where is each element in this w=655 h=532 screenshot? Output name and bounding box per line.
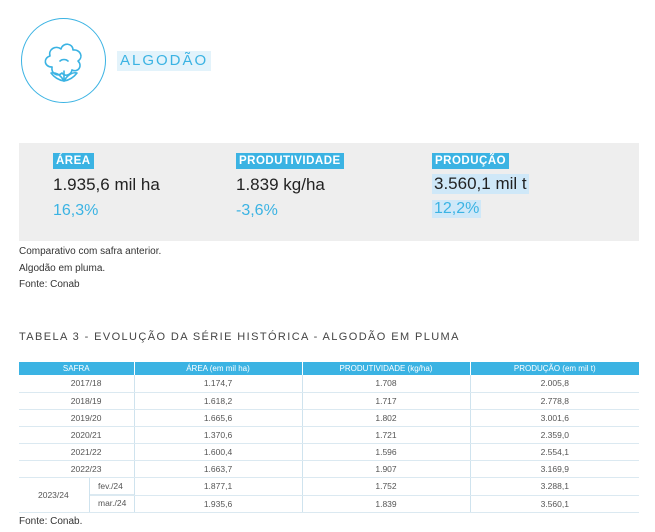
metric-change: -3,6% — [236, 202, 278, 219]
cell-estimate-label: mar./24 — [98, 497, 127, 508]
cell-productivity: 1.721 — [302, 426, 471, 444]
cell-production: 2.778,8 — [470, 392, 639, 410]
summary-panel: ÁREA 1.935,6 mil ha 16,3% PRODUTIVIDADE … — [19, 143, 639, 241]
metric-value: 1.839 kg/ha — [236, 175, 325, 194]
cell-production: 3.169,9 — [470, 460, 639, 478]
cell-safra: 2018/19 — [19, 392, 135, 410]
cell-area: 1.600,4 — [134, 443, 303, 461]
table-row: 2018/19 1.618,2 1.717 2.778,8 — [19, 392, 639, 410]
note-type: Algodão em pluma. — [19, 262, 106, 274]
metric-change: 16,3% — [53, 202, 99, 219]
cell-area: 1.665,6 — [134, 409, 303, 427]
cell-productivity: 1.839 — [302, 495, 471, 513]
note-comparison: Comparativo com safra anterior. — [19, 246, 162, 257]
cell-safra-current: 2023/24 fev./24 mar./24 — [19, 477, 135, 512]
crop-logo — [21, 18, 106, 103]
cell-safra: 2017/18 — [19, 375, 135, 393]
cell-productivity: 1.596 — [302, 443, 471, 461]
table-row: 2020/21 1.370,6 1.721 2.359,0 — [19, 426, 639, 444]
table-row: 2022/23 1.663,7 1.907 3.169,9 — [19, 460, 639, 478]
historical-series-table: SAFRA ÁREA (em mil ha) PRODUTIVIDADE (kg… — [19, 362, 639, 513]
metric-productivity: PRODUTIVIDADE 1.839 kg/ha -3,6% — [236, 151, 344, 220]
summary-notes: Comparativo com safra anterior. Algodão … — [19, 244, 161, 294]
cell-productivity: 1.802 — [302, 409, 471, 427]
cell-safra: 2022/23 — [19, 460, 135, 478]
cell-area: 1.174,7 — [134, 375, 303, 393]
table-row-estimate: 2023/24 fev./24 mar./24 1.877,1 1.752 3.… — [19, 477, 639, 512]
cell-productivity: 1.708 — [302, 375, 471, 393]
cell-area: 1.663,7 — [134, 460, 303, 478]
cell-area: 1.370,6 — [134, 426, 303, 444]
table-header-row: SAFRA ÁREA (em mil ha) PRODUTIVIDADE (kg… — [19, 362, 639, 375]
column-header-area: ÁREA (em mil ha) — [134, 362, 303, 375]
table-row: 2021/22 1.600,4 1.596 2.554,1 — [19, 443, 639, 461]
table-row: 2017/18 1.174,7 1.708 2.005,8 — [19, 375, 639, 393]
column-header-safra: SAFRA — [19, 362, 135, 375]
cell-production: 2.005,8 — [470, 375, 639, 393]
metric-label: PRODUTIVIDADE — [236, 153, 344, 169]
cell-production: 3.288,1 — [470, 477, 639, 496]
cell-estimate-label: fev./24 — [90, 478, 134, 495]
cell-production: 2.359,0 — [470, 426, 639, 444]
column-header-production: PRODUÇÃO (em mil t) — [470, 362, 639, 375]
cell-safra: 2019/20 — [19, 409, 135, 427]
crop-title: ALGODÃO — [117, 51, 212, 71]
cell-production: 3.560,1 — [470, 495, 639, 513]
metric-label: ÁREA — [53, 153, 94, 169]
table-source: Fonte: Conab. — [19, 516, 83, 527]
metric-area: ÁREA 1.935,6 mil ha 16,3% — [53, 151, 160, 220]
cell-production: 2.554,1 — [470, 443, 639, 461]
cell-productivity: 1.717 — [302, 392, 471, 410]
note-source: Fonte: Conab — [19, 279, 80, 290]
cell-safra: 2021/22 — [19, 443, 135, 461]
table-title: TABELA 3 - EVOLUÇÃO DA SÉRIE HISTÓRICA -… — [19, 331, 460, 343]
cell-area: 1.618,2 — [134, 392, 303, 410]
cell-production: 3.001,6 — [470, 409, 639, 427]
cell-area: 1.935,6 — [134, 495, 303, 513]
cotton-boll-icon — [44, 43, 82, 82]
metric-production: PRODUÇÃO 3.560,1 mil t 12,2% — [432, 151, 529, 218]
cell-productivity: 1.752 — [302, 477, 471, 496]
cell-safra: 2020/21 — [19, 426, 135, 444]
metric-value: 1.935,6 mil ha — [53, 175, 160, 194]
metric-label: PRODUÇÃO — [432, 153, 510, 169]
cell-productivity: 1.907 — [302, 460, 471, 478]
column-header-productivity: PRODUTIVIDADE (kg/ha) — [302, 362, 471, 375]
metric-change: 12,2% — [432, 200, 482, 218]
table-row: 2019/20 1.665,6 1.802 3.001,6 — [19, 409, 639, 427]
cell-area: 1.877,1 — [134, 477, 303, 496]
metric-value: 3.560,1 mil t — [432, 174, 529, 194]
cell-safra-current-label: 2023/24 — [19, 477, 89, 512]
